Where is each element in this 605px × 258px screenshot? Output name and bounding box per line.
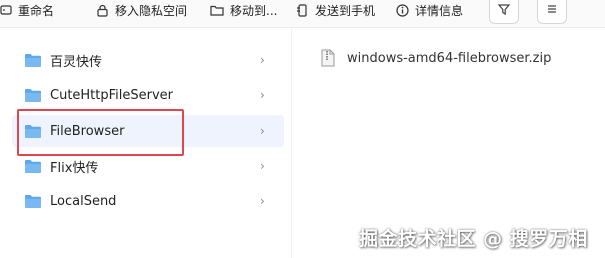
folder-icon <box>25 89 41 102</box>
rename-icon <box>0 5 12 15</box>
toolbar: 重命名 移入隐私空间 移动到... 发送到手机 详情信息 <box>0 0 605 28</box>
move-folder-icon <box>210 5 224 16</box>
lock-icon <box>97 4 108 17</box>
folder-name: Flix快传 <box>50 160 99 176</box>
chevron-right-icon: › <box>260 194 265 208</box>
chevron-right-icon: › <box>260 124 265 138</box>
chevron-right-icon: › <box>260 159 265 173</box>
move-to-button[interactable]: 移动到... <box>210 0 277 20</box>
file-name: windows-amd64-filebrowser.zip <box>347 50 552 66</box>
folder-icon <box>25 160 41 173</box>
watermark: 掘金技术社区 @ 搜罗万相 <box>359 228 588 250</box>
info-icon <box>396 3 409 17</box>
highlight-annotation-box <box>17 109 184 156</box>
send-to-phone-label: 发送到手机 <box>315 3 376 18</box>
view-options-icon <box>548 5 556 13</box>
folder-icon <box>25 195 41 208</box>
folder-row[interactable]: 百灵快传 › <box>12 44 284 76</box>
send-to-phone-button[interactable]: 发送到手机 <box>296 0 375 20</box>
folder-name: CuteHttpFileServer <box>50 87 174 103</box>
details-button[interactable]: 详情信息 <box>396 0 463 20</box>
folder-name: LocalSend <box>50 193 117 209</box>
view-options-button[interactable] <box>537 0 567 24</box>
rename-button[interactable]: 重命名 <box>0 0 54 20</box>
folder-name: 百灵快传 <box>50 54 103 70</box>
move-to-private-space-label: 移入隐私空间 <box>115 3 188 18</box>
move-to-label: 移动到... <box>230 3 278 18</box>
details-label: 详情信息 <box>415 3 464 18</box>
zip-file-icon <box>321 49 335 67</box>
pane-divider <box>291 28 292 258</box>
chevron-right-icon: › <box>260 53 265 67</box>
rename-label: 重命名 <box>18 3 55 18</box>
filter-icon <box>497 4 511 16</box>
filter-button[interactable] <box>489 0 519 24</box>
folder-row[interactable]: LocalSend › <box>12 185 284 217</box>
folder-icon <box>25 54 41 67</box>
send-to-phone-icon <box>297 3 307 17</box>
file-row[interactable]: windows-amd64-filebrowser.zip <box>321 49 551 67</box>
folder-row[interactable]: CuteHttpFileServer › <box>12 79 284 111</box>
move-to-private-space-button[interactable]: 移入隐私空间 <box>96 0 187 20</box>
chevron-right-icon: › <box>260 88 265 102</box>
